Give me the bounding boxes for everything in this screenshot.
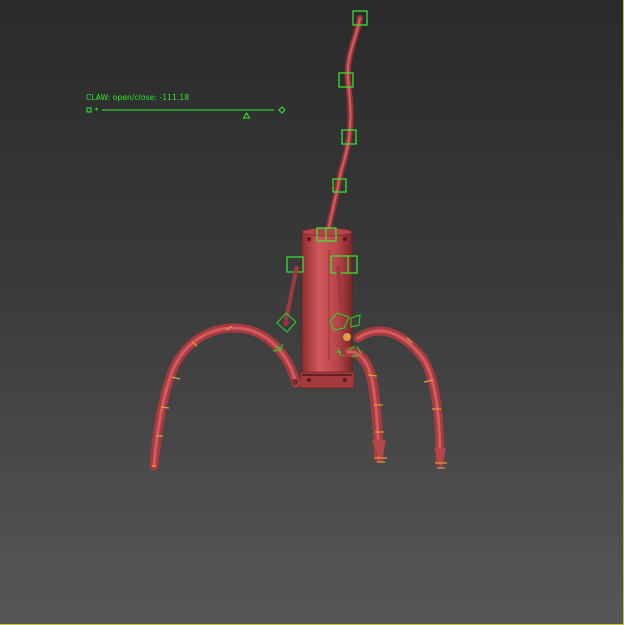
claw-control-label: CLAW: open/close: [86,93,157,102]
claw-cable[interactable] [324,15,363,239]
claw-body[interactable] [301,230,353,389]
claw-leg-left[interactable] [149,323,301,471]
claw-open-close-label: CLAW: open/close: -111.18 [86,93,189,102]
slider-min-icon[interactable] [86,107,92,113]
slider-max-icon[interactable] [278,106,286,114]
claw-open-close-slider[interactable] [86,106,290,119]
3d-viewport[interactable]: CLAW: open/close: -111.18 [0,0,624,625]
slider-handle-icon[interactable] [242,112,251,119]
claw-control-value: -111.18 [159,93,190,102]
